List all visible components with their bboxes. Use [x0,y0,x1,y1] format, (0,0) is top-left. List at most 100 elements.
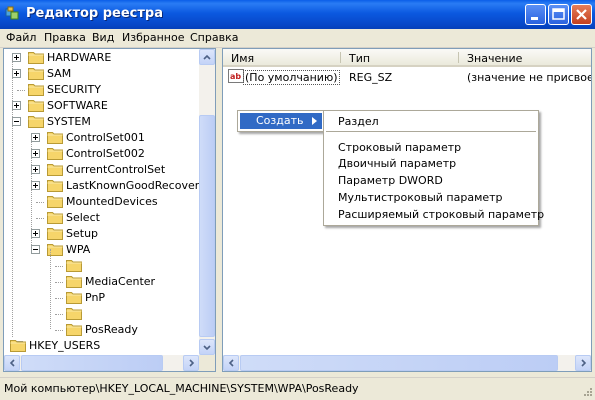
expand-icon[interactable] [31,229,40,238]
submenu-item-dword[interactable]: Параметр DWORD [338,174,443,187]
tree-item[interactable]: WPA [4,242,198,258]
list-scroll-right-button[interactable] [575,355,591,371]
string-value-icon: ab [228,69,244,83]
arrow-up-icon [203,54,211,60]
tree-item-label: Setup [66,227,99,240]
tree-item[interactable]: PnP [4,290,198,306]
submenu-item-key[interactable]: Раздел [338,115,379,128]
tree-scroll-down-button[interactable] [199,339,215,355]
status-bar: Мой компьютер\HKEY_LOCAL_MACHINE\SYSTEM\… [0,377,595,400]
collapse-icon[interactable] [31,245,40,254]
tree-item[interactable]: HKEY_USERS [4,338,198,354]
tree-item[interactable]: Select [4,210,198,226]
expand-icon[interactable] [12,101,21,110]
tree-item[interactable] [4,258,198,274]
tree-item[interactable]: HARDWARE [4,50,198,66]
tree-item[interactable]: MediaCenter [4,274,198,290]
size-grip-icon[interactable] [581,387,593,399]
column-header-type[interactable]: Тип [341,49,459,67]
table-row[interactable]: ab (По умолчанию) REG_SZ (значение не пр… [223,68,591,85]
expand-icon[interactable] [12,53,21,62]
regedit-app-icon [5,6,19,20]
svg-text:ab: ab [230,72,241,81]
close-button[interactable] [571,4,592,25]
registry-editor-window: Редактор реестра Файл Правка Вид Избранн… [0,0,595,400]
folder-icon [47,146,63,160]
collapse-icon[interactable] [12,117,21,126]
expand-icon[interactable] [31,165,40,174]
folder-icon [10,338,26,352]
folder-icon [66,274,82,288]
arrow-right-icon [189,359,195,367]
column-value-label: Значение [467,52,523,65]
submenu-item-expandable-string[interactable]: Расширяемый строковый параметр [338,208,544,221]
tree-scroll-left-button[interactable] [4,355,20,371]
folder-icon [47,194,63,208]
tree-scroll-thumb[interactable] [199,115,215,337]
tree-item[interactable]: LastKnownGoodRecovery [4,178,206,194]
expand-icon[interactable] [31,181,40,190]
tree-scroll-right-button[interactable] [183,355,199,371]
window-title: Редактор реестра [26,6,163,21]
submenu-item-binary[interactable]: Двоичный параметр [338,157,456,170]
tree-item[interactable] [4,306,198,322]
folder-icon [66,290,82,304]
tree-item-label: SYSTEM [47,115,91,128]
menu-bar: Файл Правка Вид Избранное Справка [0,29,595,48]
column-header-name[interactable]: Имя [223,49,341,67]
maximize-button[interactable] [548,4,569,25]
tree-item-label: HKEY_USERS [29,339,101,352]
arrow-left-icon [9,359,15,367]
tree-item[interactable]: SYSTEM [4,114,198,130]
tree-item-label: CurrentControlSet [66,163,166,176]
tree-item[interactable]: Setup [4,226,198,242]
menu-edit[interactable]: Правка [44,31,86,44]
tree-item[interactable]: CurrentControlSet [4,162,198,178]
minimize-icon [531,17,538,20]
menu-help[interactable]: Справка [190,31,238,44]
tree-item-label: PosReady [85,323,138,336]
tree-vertical-scrollbar[interactable] [199,49,215,355]
expand-icon[interactable] [31,133,40,142]
value-name-cell: (По умолчанию) [243,70,340,85]
arrow-down-icon [203,345,211,351]
submenu-item-string[interactable]: Строковый параметр [338,141,461,154]
tree-item-label: MountedDevices [66,195,158,208]
folder-icon [47,178,63,192]
registry-tree[interactable]: HARDWARE SAM SECURITY SOFTWARE SYSTEM Control… [3,48,216,372]
submenu-item-multistring[interactable]: Мультистроковый параметр [338,191,503,204]
tree-item[interactable]: PosReady [4,322,198,338]
minimize-button[interactable] [525,4,546,25]
list-scroll-left-button[interactable] [223,355,239,371]
tree-item-label: PnP [85,291,106,304]
context-menu: Создать [237,110,325,132]
tree-item[interactable]: SECURITY [4,82,198,98]
menu-file[interactable]: Файл [6,31,36,44]
tree-item-label: MediaCenter [85,275,156,288]
tree-item[interactable]: ControlSet001 [4,130,198,146]
folder-icon [66,306,82,320]
folder-icon [47,226,63,240]
menu-item-create[interactable]: Создать [240,113,322,129]
folder-icon [28,98,44,112]
expand-icon[interactable] [12,69,21,78]
arrow-right-icon [581,359,587,367]
tree-item[interactable]: MountedDevices [4,194,198,210]
tree-hscroll-thumb[interactable] [21,355,163,371]
tree-item-label: SAM [47,67,72,80]
list-horizontal-scrollbar[interactable] [223,355,591,371]
tree-scroll-up-button[interactable] [199,49,215,65]
title-bar[interactable]: Редактор реестра [0,0,595,29]
expand-icon[interactable] [31,149,40,158]
tree-item[interactable]: SAM [4,66,198,82]
tree-item-label: Select [66,211,100,224]
tree-horizontal-scrollbar[interactable] [4,355,199,371]
menu-view[interactable]: Вид [92,31,114,44]
list-hscroll-thumb[interactable] [240,355,558,371]
value-data-cell: (значение не присвоено) [467,71,591,84]
tree-item[interactable]: SOFTWARE [4,98,198,114]
column-header-value[interactable]: Значение [459,49,591,67]
menu-favorites[interactable]: Избранное [122,31,184,44]
tree-item[interactable]: ControlSet002 [4,146,198,162]
tree-guide-line [50,249,51,329]
